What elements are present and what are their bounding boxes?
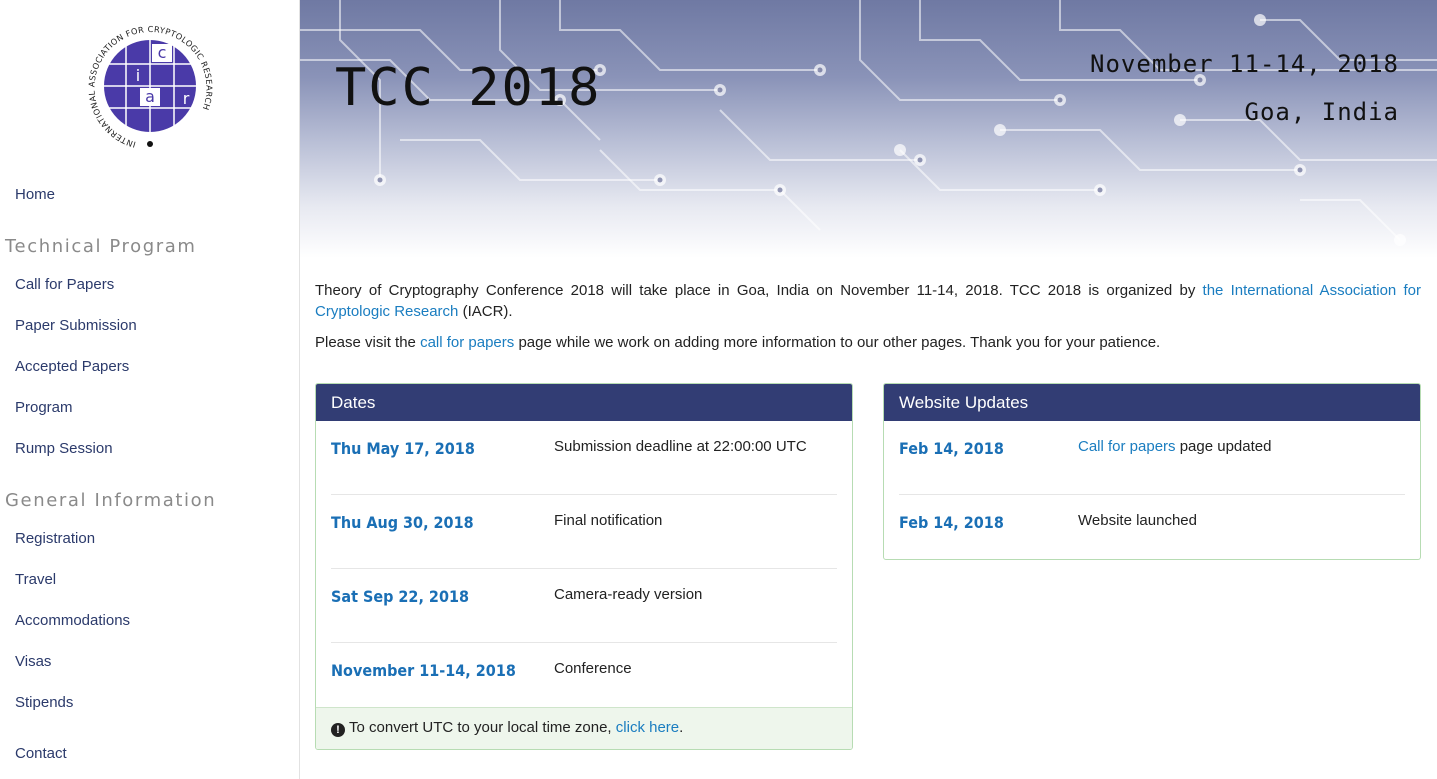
- nav-registration[interactable]: Registration: [15, 530, 95, 547]
- desc-cell: Call for papers page updated: [1078, 438, 1271, 455]
- logo-letter: a: [145, 87, 155, 106]
- desc-cell: Website launched: [1078, 512, 1197, 529]
- table-row: Feb 14, 2018 Website launched: [899, 495, 1405, 559]
- nav-stipends[interactable]: Stipends: [15, 694, 73, 711]
- nav-travel[interactable]: Travel: [15, 571, 56, 588]
- iacr-logo-icon: i a c r INTERNATIONAL ASSOCIATION FOR CR…: [86, 24, 214, 150]
- timezone-convert-link[interactable]: click here: [616, 719, 679, 736]
- table-row: November 11-14, 2018 Conference: [331, 643, 837, 717]
- date-cell: Thu May 17, 2018: [331, 439, 475, 458]
- nav-accommodations[interactable]: Accommodations: [15, 612, 130, 629]
- nav-home[interactable]: Home: [15, 186, 55, 203]
- logo-letter: i: [136, 66, 140, 85]
- desc-text: page updated: [1175, 438, 1272, 455]
- date-cell: Feb 14, 2018: [899, 439, 1004, 458]
- intro-paragraph: Theory of Cryptography Conference 2018 w…: [315, 280, 1421, 322]
- table-row: Sat Sep 22, 2018 Camera-ready version: [331, 569, 837, 643]
- timezone-note: ! To convert UTC to your local time zone,…: [316, 707, 852, 749]
- intro-paragraph-2: Please visit the call for papers page wh…: [315, 332, 1421, 353]
- intro-text-end: (IACR).: [458, 303, 513, 320]
- desc-cell: Conference: [554, 660, 632, 677]
- logo-letter: c: [158, 43, 167, 62]
- desc-cell: Camera-ready version: [554, 586, 703, 603]
- intro2-text: Please visit the: [315, 334, 421, 351]
- date-cell: Sat Sep 22, 2018: [331, 587, 469, 606]
- nav-visas[interactable]: Visas: [15, 653, 51, 670]
- nav-contact[interactable]: Contact: [15, 745, 67, 762]
- desc-cell: Final notification: [554, 512, 663, 529]
- table-row: Thu Aug 30, 2018 Final notification: [331, 495, 837, 569]
- dates-panel: Dates Thu May 17, 2018 Submission deadli…: [315, 383, 853, 750]
- call-for-papers-update-link[interactable]: Call for papers: [1078, 438, 1176, 455]
- updates-panel: Website Updates Feb 14, 2018 Call for pa…: [883, 383, 1421, 560]
- sidebar: i a c r INTERNATIONAL ASSOCIATION FOR CR…: [0, 0, 300, 779]
- nav-heading-general-information: General Information: [5, 490, 217, 511]
- conference-dates: November 11-14, 2018: [1090, 50, 1399, 78]
- date-cell: Feb 14, 2018: [899, 513, 1004, 532]
- call-for-papers-link[interactable]: call for papers: [420, 334, 514, 351]
- date-cell: November 11-14, 2018: [331, 661, 516, 680]
- nav-paper-submission[interactable]: Paper Submission: [15, 317, 137, 334]
- table-row: Thu May 17, 2018 Submission deadline at …: [331, 421, 837, 495]
- updates-panel-title: Website Updates: [884, 384, 1420, 421]
- table-row: Feb 14, 2018 Call for papers page update…: [899, 421, 1405, 495]
- nav-call-for-papers[interactable]: Call for Papers: [15, 276, 114, 293]
- timezone-note-text: To convert UTC to your local time zone,: [349, 719, 616, 736]
- intro-text: Theory of Cryptography Conference 2018 w…: [315, 282, 1203, 299]
- nav-accepted-papers[interactable]: Accepted Papers: [15, 358, 129, 375]
- dates-panel-title: Dates: [316, 384, 852, 421]
- intro2-text-end: page while we work on adding more inform…: [514, 334, 1161, 351]
- iacr-logo[interactable]: i a c r INTERNATIONAL ASSOCIATION FOR CR…: [82, 24, 218, 152]
- nav-rump-session[interactable]: Rump Session: [15, 440, 113, 457]
- logo-letter: r: [183, 89, 190, 108]
- timezone-note-end: .: [679, 719, 684, 736]
- header-banner: TCC 2018 November 11-14, 2018 Goa, India: [300, 0, 1437, 258]
- nav-program[interactable]: Program: [15, 399, 73, 416]
- nav-heading-technical-program: Technical Program: [5, 236, 197, 257]
- conference-location: Goa, India: [1244, 98, 1399, 126]
- date-cell: Thu Aug 30, 2018: [331, 513, 474, 532]
- desc-cell: Submission deadline at 22:00:00 UTC: [554, 438, 807, 455]
- exclamation-circle-icon: !: [331, 723, 345, 737]
- page-title: TCC 2018: [335, 58, 602, 118]
- circuit-board-background: [300, 0, 1437, 246]
